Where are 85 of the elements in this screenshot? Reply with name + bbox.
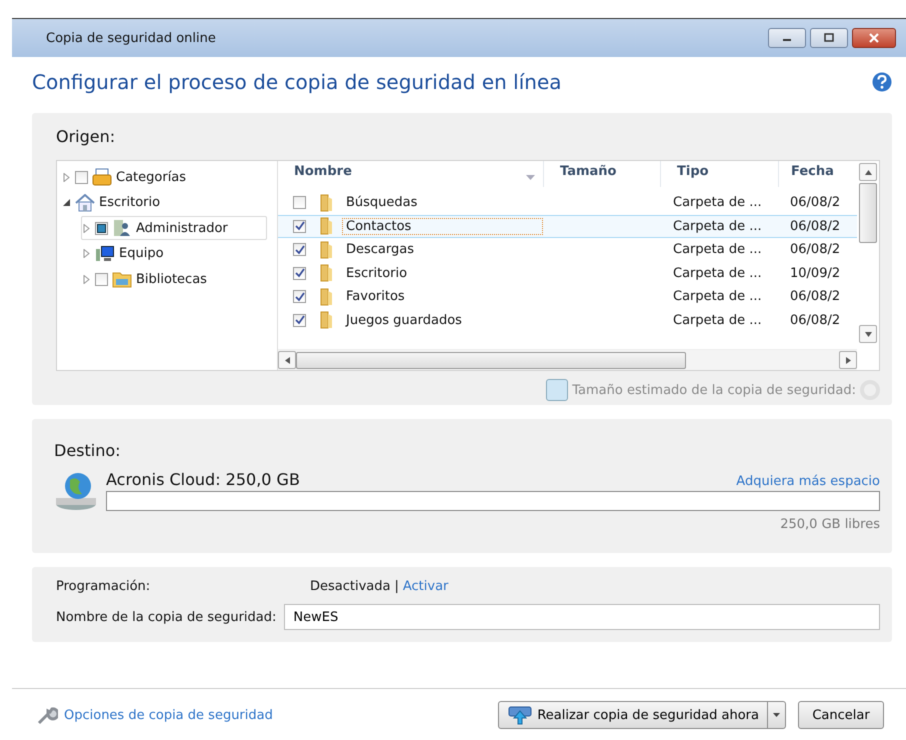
checkbox[interactable] [95,222,108,234]
list-row[interactable]: Búsquedas Carpeta de ... 06/08/2 [278,191,857,214]
separator: | [394,579,399,594]
section-label: Destino: [54,441,122,460]
library-folder-icon [112,270,132,288]
schedule-status: Desactivada [310,579,390,594]
schedule-label: Programación: [56,579,152,594]
computer-icon [95,244,115,262]
backup-name-label: Nombre de la copia de seguridad: [56,610,276,624]
buy-space-link[interactable]: Adquiera más espacio [736,474,880,489]
file-name: Escritorio [345,264,408,282]
maximize-icon [823,33,835,43]
checkbox[interactable] [293,266,306,280]
up-arrow-icon [864,170,872,174]
caret-icon [773,713,780,717]
section-label: Origen: [56,127,116,146]
file-date: 10/09/2 [790,266,840,281]
backup-options-link[interactable]: Opciones de copia de seguridad [64,708,273,722]
file-date: 06/08/2 [790,312,840,328]
sort-arrow-icon [526,175,535,180]
down-arrow-icon [864,332,872,336]
destination-name: Acronis Cloud: 250,0 GB [106,470,300,489]
checkbox[interactable] [293,314,306,327]
list-row-selected[interactable]: Contactos Carpeta de ... 06/08/2 [278,214,857,238]
file-date: 06/08/2 [790,289,840,304]
file-type: Carpeta de ... [673,218,763,234]
printer-icon [92,168,112,186]
tree-item[interactable]: Equipo [81,242,171,266]
window-title: Copia de seguridad online [46,30,216,46]
file-name: Búsquedas [345,194,418,212]
file-date: 06/08/2 [790,242,840,258]
minimize-button[interactable] [768,28,806,48]
right-arrow-icon [846,356,850,364]
dropdown-button[interactable] [768,701,786,729]
tree-item[interactable]: Escritorio [61,190,168,214]
file-name: Contactos [342,218,543,235]
column-header[interactable]: Nombre [278,161,544,187]
file-name: Juegos guardados [344,312,463,329]
page-heading: Configurar el proceso de copia de seguridad en línea [32,70,562,94]
close-button[interactable] [852,28,896,48]
backup-now-button[interactable]: Realizar copia de seguridad ahora [498,701,768,729]
file-name: Descargas [345,241,416,258]
column-header[interactable]: Fecha [779,161,849,187]
cancel-button[interactable]: Cancelar [798,701,884,729]
checkbox[interactable] [95,272,108,286]
close-icon [867,33,881,43]
estimate-label: Tamaño estimado de la copia de seguridad: [572,382,856,398]
expanded-arrow-icon[interactable] [62,198,71,207]
file-type: Carpeta de ... [673,195,763,210]
tree-item[interactable]: Bibliotecas [81,267,214,291]
file-type: Carpeta de ... [673,312,763,328]
list-row[interactable]: Descargas Carpeta de ... 06/08/2 [278,238,857,262]
file-date: 06/08/2 [790,218,840,234]
list-row[interactable]: Escritorio Carpeta de ... 10/09/2 [278,262,857,285]
checkbox[interactable] [293,196,306,210]
horizontal-scrollbar[interactable] [278,349,857,370]
file-type: Carpeta de ... [673,266,763,281]
free-space-label: 250,0 GB libres [779,517,880,532]
collapsed-arrow-icon[interactable] [62,172,71,182]
checkbox[interactable] [293,243,306,256]
file-name: Favoritos [345,288,406,306]
checkbox[interactable] [75,170,88,184]
file-date: 06/08/2 [790,195,840,210]
left-arrow-icon [284,356,290,364]
column-header[interactable]: Tipo [661,161,779,187]
activate-link[interactable]: Activar [402,579,448,594]
house-icon [75,194,95,212]
collapsed-arrow-icon[interactable] [82,274,91,284]
help-icon[interactable] [872,72,892,92]
tree-item-selected[interactable]: Administrador [81,216,267,240]
checkbox[interactable] [293,220,306,233]
list-row[interactable]: Favoritos Carpeta de ... 06/08/2 [278,285,857,308]
file-type: Carpeta de ... [673,289,763,304]
collapsed-arrow-icon[interactable] [82,224,91,232]
checkbox[interactable] [293,290,306,304]
maximize-button[interactable] [810,28,848,48]
tree-item[interactable]: Categorías [61,165,194,189]
vertical-scrollbar[interactable] [859,163,877,343]
user-folder-icon [112,219,132,237]
upload-icon [507,705,534,725]
file-type: Carpeta de ... [673,242,763,258]
list-row[interactable]: Juegos guardados Carpeta de ... 06/08/2 [278,308,857,332]
column-header[interactable]: Tamaño [544,161,661,187]
backup-name-field[interactable]: NewES [284,604,880,630]
collapsed-arrow-icon[interactable] [82,249,91,258]
